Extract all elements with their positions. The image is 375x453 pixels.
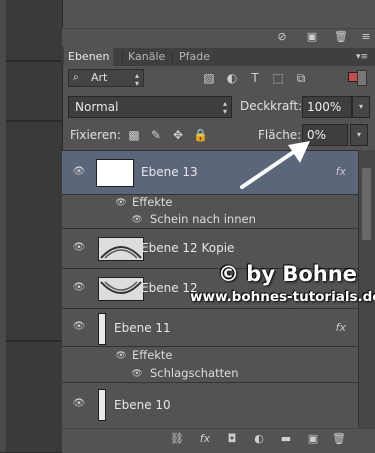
scrollbar-thumb[interactable] — [362, 168, 371, 240]
left-edge — [0, 0, 6, 452]
fx-icon[interactable]: fx — [198, 432, 212, 446]
canvas-area — [0, 0, 62, 452]
panel-menu-icon[interactable]: ▾≡ — [356, 52, 370, 62]
layer-thumbnail — [98, 389, 106, 421]
arc-thumbnail-icon — [100, 281, 142, 294]
watermark-copyright: © by Bohne — [218, 262, 357, 286]
layer-thumbnail — [98, 277, 144, 301]
lock-label: Fixieren: — [70, 128, 121, 142]
upper-panel — [62, 0, 375, 28]
filter-kind-select[interactable]: ⌕ Art ▴ ▾ — [68, 69, 144, 88]
opacity-dropdown-button[interactable]: ▾ — [352, 96, 370, 118]
blend-mode-select[interactable]: Normal ▴ ▾ — [68, 96, 232, 118]
tab-divider — [122, 51, 123, 63]
layer-effects-ebene-13: 👁 Effekte 👁 Schein nach innen — [62, 195, 358, 229]
adjustment-layer-icon[interactable]: ◐ — [252, 432, 266, 446]
layer-effects-ebene-11: 👁 Effekte 👁 Schlagschatten — [62, 347, 358, 383]
layer-thumbnail — [98, 313, 106, 345]
panel-tabs: Ebenen Kanäle Pfade — [62, 48, 375, 66]
layer-row-ebene-10[interactable]: 👁 Ebene 10 — [62, 383, 358, 429]
image-filter-icon[interactable]: ▨ — [202, 71, 216, 85]
effects-label: Effekte — [132, 348, 173, 362]
eye-icon[interactable]: 👁 — [72, 243, 86, 253]
smart-object-filter-icon[interactable]: ⧉ — [294, 71, 308, 85]
mask-icon[interactable]: ◘ — [225, 432, 239, 446]
layer-thumbnail — [96, 159, 134, 187]
eye-icon[interactable]: 👁 — [131, 370, 143, 379]
adjustment-filter-icon[interactable]: ◐ — [225, 71, 239, 85]
eye-icon[interactable]: 👁 — [72, 283, 86, 293]
trash-icon[interactable]: 🗑 — [334, 31, 348, 43]
opacity-input[interactable]: 100% — [302, 96, 352, 118]
no-icon[interactable]: ⊘ — [276, 31, 288, 43]
eye-icon[interactable]: 👁 — [115, 352, 127, 361]
layer-name: Ebene 10 — [114, 398, 171, 412]
effect-item: Schein nach innen — [150, 212, 256, 226]
filter-toggle[interactable] — [357, 70, 367, 86]
layers-bottom-toolbar: ⛓ fx ◘ ◐ ▬ ▣ 🗑 — [62, 428, 375, 453]
eye-icon[interactable]: 👁 — [72, 322, 86, 332]
tab-pfade[interactable]: Pfade — [175, 48, 214, 66]
folder-icon[interactable]: ▬ — [279, 432, 293, 446]
arc-thumbnail-icon — [100, 246, 142, 259]
fx-icon[interactable]: fx — [336, 165, 346, 178]
new-layer-icon[interactable]: ▣ — [306, 432, 320, 446]
annotation-arrow — [240, 141, 310, 189]
effect-item: Schlagschatten — [150, 366, 239, 380]
layer-thumbnail — [98, 237, 144, 261]
layer-row-ebene-11[interactable]: 👁 Ebene 11 fx — [62, 309, 358, 347]
tab-ebenen[interactable]: Ebenen — [64, 48, 114, 66]
filter-kind-label: Art — [91, 71, 108, 84]
lock-all-icon[interactable]: 🔒 — [193, 128, 208, 142]
blend-mode-value: Normal — [75, 100, 119, 114]
eye-icon[interactable]: 👁 — [72, 167, 86, 177]
layer-name: Ebene 12 Kopie — [141, 241, 235, 255]
eye-icon[interactable]: 👁 — [72, 399, 86, 409]
layer-name: Ebene 13 — [141, 165, 198, 179]
lock-position-icon[interactable]: ✥ — [171, 128, 185, 142]
type-filter-icon[interactable]: T — [248, 71, 262, 85]
eye-icon[interactable]: 👁 — [115, 199, 127, 208]
lock-transparency-icon[interactable]: ▩ — [127, 128, 141, 142]
lock-brush-icon[interactable]: ✎ — [149, 128, 163, 142]
new-icon[interactable]: ▣ — [306, 31, 318, 43]
opacity-label: Deckkraft: — [240, 99, 303, 113]
trash-icon[interactable]: 🗑 — [332, 432, 346, 446]
updown-icon: ▴ ▾ — [222, 99, 227, 116]
layer-name: Ebene 11 — [114, 321, 171, 335]
link-icon[interactable]: ⛓ — [170, 432, 184, 446]
fx-icon[interactable]: fx — [336, 321, 346, 334]
effects-label: Effekte — [132, 195, 173, 209]
tab-divider — [172, 51, 173, 63]
menu-icon[interactable]: ≡ — [360, 31, 372, 43]
fill-dropdown-button[interactable]: ▾ — [350, 124, 368, 146]
upper-panel-toolbar: ⊘ ▣ 🗑 ≡ — [62, 28, 375, 47]
updown-icon: ▴ ▾ — [134, 71, 139, 88]
eye-icon[interactable]: 👁 — [131, 216, 143, 225]
tab-kanaele[interactable]: Kanäle — [124, 48, 169, 66]
search-icon: ⌕ — [73, 72, 79, 83]
shape-filter-icon[interactable]: ⬚ — [271, 71, 285, 85]
watermark-url: www.bohnes-tutorials.de — [190, 289, 375, 305]
